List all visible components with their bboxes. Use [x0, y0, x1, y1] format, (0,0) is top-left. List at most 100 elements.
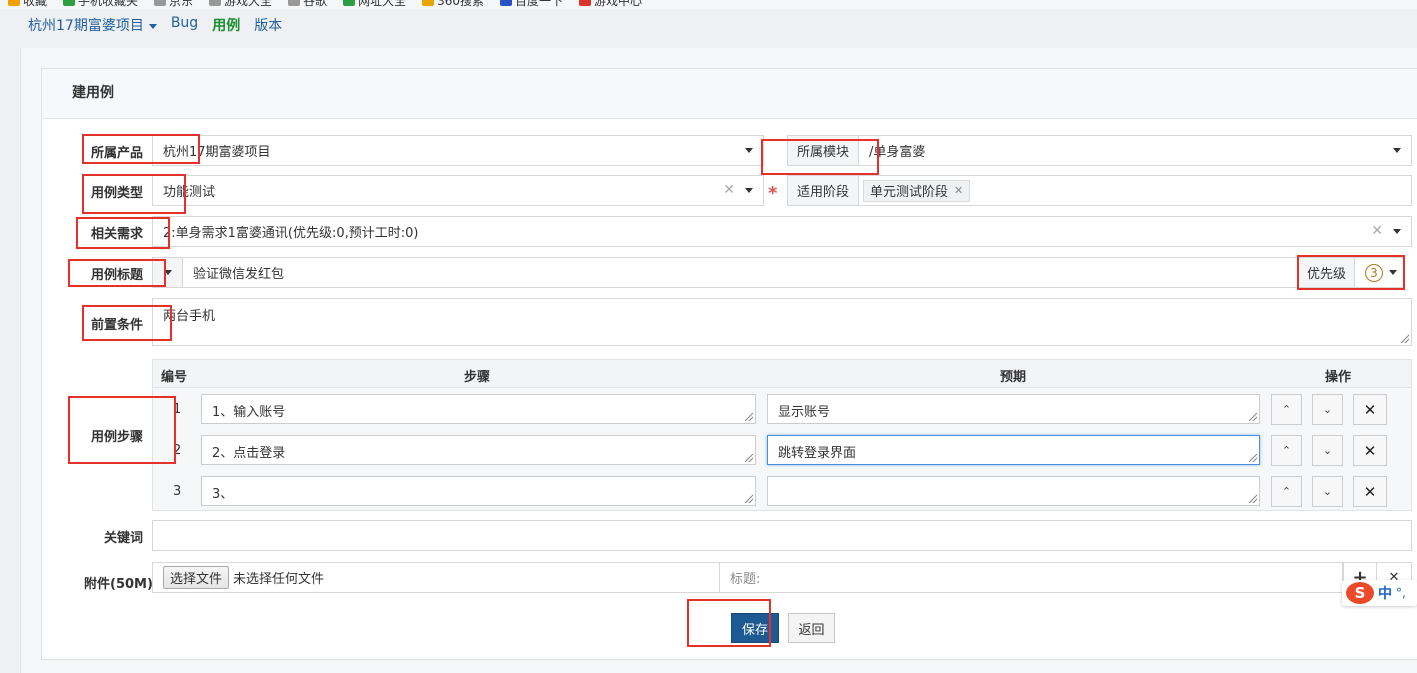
file-title-placeholder: 标题:: [730, 572, 761, 587]
choose-file-button[interactable]: 选择文件: [163, 566, 230, 589]
col-ops: 操作: [1325, 370, 1352, 385]
title-color-picker[interactable]: [152, 257, 183, 288]
story-value: 2:单身需求1富婆通讯(优先级:0,预计工时:0): [163, 226, 419, 241]
chevron-down-icon: [1393, 148, 1401, 153]
chevron-down-double-icon: ⌄: [1322, 485, 1333, 498]
step-row: 1 1、输入账号 显示账号 ⌃ ⌄ ✕: [153, 389, 1411, 430]
keywords-label: 关键词: [104, 531, 144, 546]
ime-indicator[interactable]: S 中 °,: [1342, 580, 1417, 606]
resize-handle-icon[interactable]: [745, 454, 753, 462]
remove-tag-icon[interactable]: ✕: [954, 184, 963, 197]
priority-select[interactable]: 3: [1354, 257, 1404, 288]
stage-tag: 单元测试阶段 ✕: [863, 179, 971, 202]
form-title: 建用例: [42, 69, 1417, 119]
delete-step-button[interactable]: ✕: [1353, 435, 1387, 466]
step-textarea[interactable]: 1、输入账号: [201, 394, 756, 424]
phone-icon: [63, 0, 76, 6]
resize-handle-icon[interactable]: [745, 495, 753, 503]
bookmark-item[interactable]: 收藏: [8, 0, 47, 9]
product-value: 杭州17期富婆项目: [163, 145, 271, 160]
stage-addon-label: 适用阶段: [787, 175, 859, 206]
nav-bug[interactable]: Bug: [171, 15, 198, 31]
precondition-label: 前置条件: [91, 318, 144, 333]
col-num: 编号: [161, 370, 188, 385]
clear-icon[interactable]: ✕: [1371, 223, 1383, 239]
step-textarea[interactable]: 3、: [201, 476, 756, 506]
step-row: 3 3、 ⌃ ⌄ ✕: [153, 471, 1411, 512]
case-title-label: 用例标题: [91, 268, 144, 283]
steps-header: 编号 步骤 预期 操作: [153, 360, 1411, 388]
delete-step-button[interactable]: ✕: [1353, 476, 1387, 507]
product-select[interactable]: 杭州17期富婆项目: [152, 135, 764, 166]
bookmark-item[interactable]: 网址大全: [343, 0, 406, 9]
story-label: 相关需求: [91, 227, 144, 242]
delete-step-button[interactable]: ✕: [1353, 394, 1387, 425]
clear-icon[interactable]: ✕: [723, 182, 735, 198]
chevron-down-icon: [745, 148, 753, 153]
resize-handle-icon[interactable]: [1249, 413, 1257, 421]
move-up-button[interactable]: ⌃: [1271, 394, 1302, 425]
case-title-value: 验证微信发红包: [193, 267, 285, 282]
stage-multiselect[interactable]: 单元测试阶段 ✕: [858, 175, 1412, 206]
resize-handle-icon[interactable]: [1249, 495, 1257, 503]
no-file-text: 未选择任何文件: [233, 572, 325, 587]
chevron-down-double-icon: ⌄: [1322, 403, 1333, 416]
resize-handle-icon[interactable]: [1401, 335, 1409, 343]
move-up-button[interactable]: ⌃: [1271, 476, 1302, 507]
bookmark-label: 360搜索: [437, 0, 484, 8]
bookmark-label: 百度一下: [515, 0, 564, 8]
close-icon: ✕: [1363, 400, 1377, 419]
precondition-value: 两台手机: [163, 309, 216, 324]
resize-handle-icon[interactable]: [1249, 454, 1257, 462]
bookmark-item[interactable]: 手机收藏夹: [63, 0, 138, 9]
bookmark-label: 游戏中心: [594, 0, 643, 8]
bookmark-item[interactable]: 游戏大全: [209, 0, 272, 9]
file-title-input[interactable]: 标题:: [719, 562, 1343, 593]
move-down-button[interactable]: ⌄: [1312, 476, 1343, 507]
close-icon: ✕: [1363, 441, 1377, 460]
step-number: 3: [173, 484, 182, 499]
paw-icon: [500, 0, 512, 6]
expect-textarea[interactable]: [767, 476, 1260, 506]
type-value: 功能测试: [163, 185, 216, 200]
back-button[interactable]: 返回: [788, 613, 835, 643]
bookmarks-bar: 收藏 手机收藏夹 京东 游戏大全 谷歌 网址大全 360搜索 百度一下 游戏中心: [0, 0, 1417, 9]
nav-build[interactable]: 版本: [254, 15, 282, 35]
star-icon: [8, 0, 20, 6]
case-title-input[interactable]: 验证微信发红包: [182, 257, 1299, 288]
main-panel: 建用例 所属产品 杭州17期富婆项目 所属模块 /单身富婆 用例类型 功能测试 …: [20, 48, 1417, 673]
module-value: /单身富婆: [869, 145, 926, 160]
type-select[interactable]: 功能测试 ✕: [152, 175, 764, 206]
file-input[interactable]: 选择文件 未选择任何文件: [152, 562, 720, 593]
save-button[interactable]: 保存: [731, 613, 779, 643]
step-textarea[interactable]: 2、点击登录: [201, 435, 756, 465]
bookmark-item[interactable]: 360搜索: [422, 0, 484, 9]
page-icon: [209, 0, 222, 6]
story-select[interactable]: 2:单身需求1富婆通讯(优先级:0,预计工时:0) ✕: [152, 216, 1412, 247]
move-down-button[interactable]: ⌄: [1312, 435, 1343, 466]
keywords-input[interactable]: [152, 520, 1412, 551]
resize-handle-icon[interactable]: [745, 413, 753, 421]
module-select[interactable]: /单身富婆: [858, 135, 1412, 166]
bookmark-item[interactable]: 京东: [154, 0, 193, 9]
search360-icon: [422, 0, 435, 6]
bookmark-label: 手机收藏夹: [78, 0, 139, 8]
bookmark-item[interactable]: 游戏中心: [579, 0, 642, 9]
page-icon: [288, 0, 301, 6]
close-icon: ✕: [1363, 482, 1377, 501]
bookmark-label: 网址大全: [358, 0, 407, 8]
project-switcher[interactable]: 杭州17期富婆项目: [28, 15, 157, 35]
precondition-textarea[interactable]: 两台手机: [152, 298, 1412, 346]
chevron-down-icon: [1389, 270, 1397, 275]
expect-textarea[interactable]: 跳转登录界面: [767, 435, 1260, 465]
move-up-button[interactable]: ⌃: [1271, 435, 1302, 466]
move-down-button[interactable]: ⌄: [1312, 394, 1343, 425]
bookmark-item[interactable]: 谷歌: [288, 0, 327, 9]
expect-text: 显示账号: [778, 405, 831, 420]
nav-testcase[interactable]: 用例: [212, 15, 240, 35]
expect-textarea[interactable]: 显示账号: [767, 394, 1260, 424]
bookmark-label: 游戏大全: [224, 0, 273, 8]
page-icon: [154, 0, 167, 6]
bookmark-item[interactable]: 百度一下: [500, 0, 563, 9]
required-star-icon: *: [768, 183, 778, 204]
